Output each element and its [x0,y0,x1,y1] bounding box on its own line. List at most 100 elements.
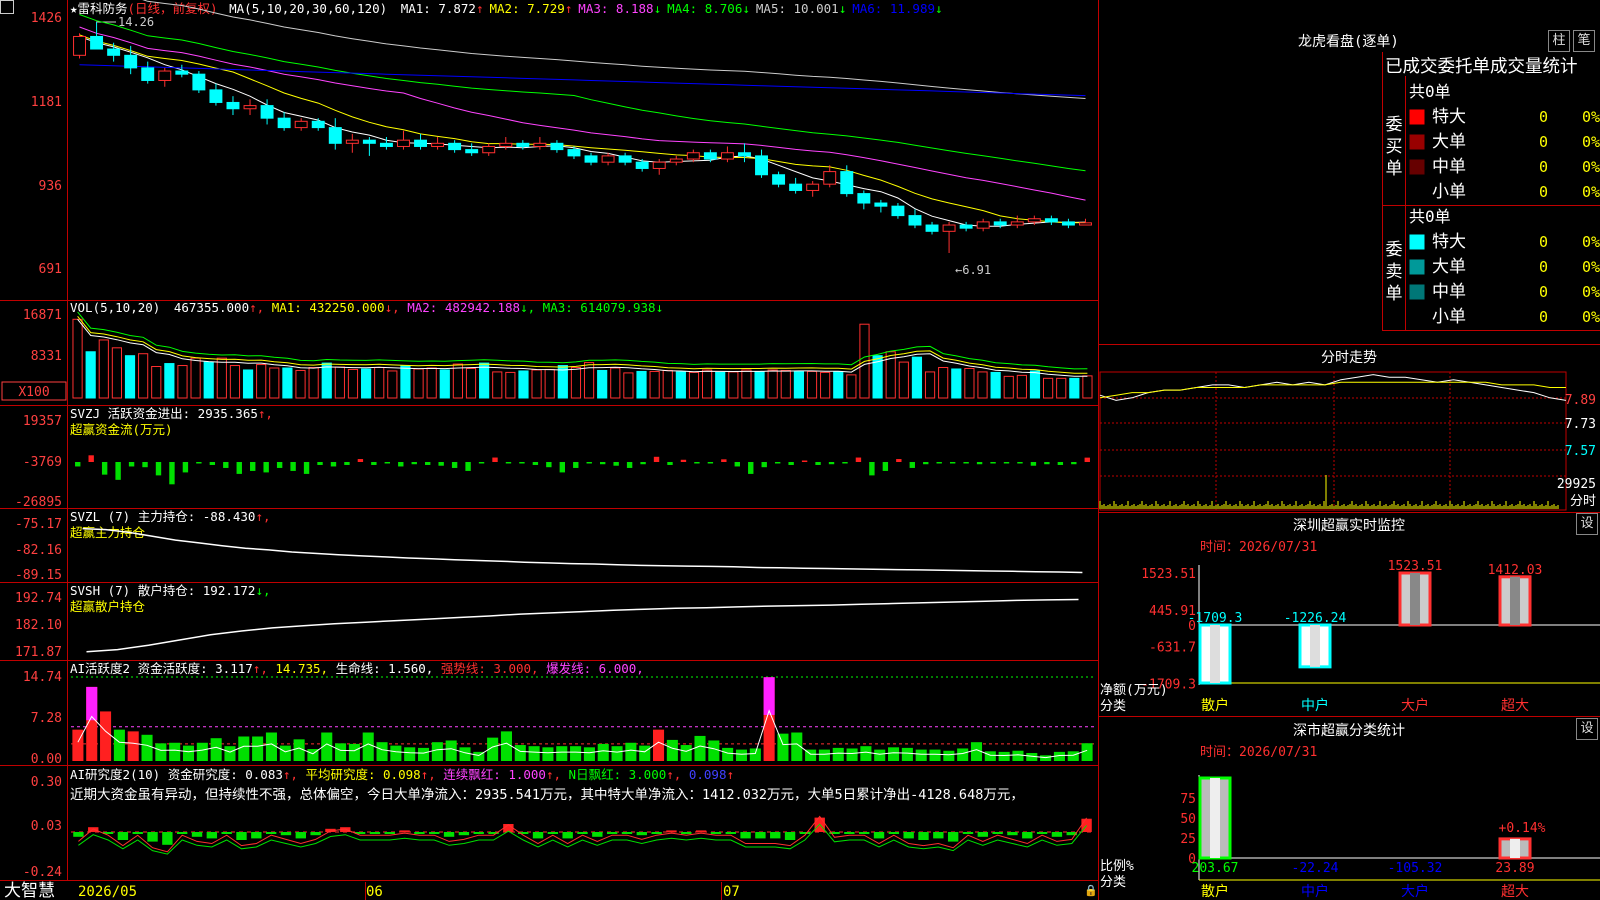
svzj-bar [465,462,471,471]
date-label-1: 06 [366,884,383,900]
research-bar [651,832,662,834]
vol-unit-label: X100 [18,385,49,400]
tick-mode-button[interactable]: 笔 [1573,30,1595,52]
sell-row-pct-2: 0% [1582,283,1600,301]
candle-body [294,120,308,129]
active-bar [722,747,734,761]
active-bar [417,747,430,761]
classify-bar-core-4 [1510,838,1520,858]
vol-bar [256,364,267,399]
research-bar [221,832,232,834]
chart-canvas[interactable]: 1426 1181 936 691 16871 8331 19357 -3769… [0,0,1600,900]
candle-body [345,139,359,144]
vol-bar [649,370,660,399]
research-bar [666,830,677,833]
vol-bar [321,362,332,399]
research-bar [770,832,781,839]
vol-ma3: MA3: 614079.938 [543,300,656,315]
ai-research-ytick-2: 0.03 [31,819,62,834]
vol-bar [138,353,149,399]
active-bar-peak [763,677,775,715]
ai-research-v4: N日飘红: 3.000 [569,767,667,782]
svzj-bar [694,462,700,464]
candle-body [959,224,973,229]
active-bar [708,740,720,761]
research-bar [740,832,751,839]
svzj-bar [88,455,94,462]
svzj-bar [828,462,835,465]
ai-active-panel [71,676,1094,761]
candle-body [976,221,990,229]
svg-text:AI活跃度2 资金活跃度: 3.117↑, 14: AI活跃度2 资金活跃度: 3.117↑, 14.735, 生命线: 1.560… [70,661,644,676]
research-bar [1051,832,1063,837]
active-bar [680,745,692,761]
ma-value-4: MA4: 8.706 [667,1,742,16]
bar-mode-button[interactable]: 柱 [1548,30,1570,52]
active-bar [362,732,374,761]
vol-bar [597,369,608,399]
ai-active-ytick-2: 7.28 [31,711,62,726]
svg-text:SVZJ 活跃资金进出: 2935.365↑,: SVZJ 活跃资金进出: 2935.365↑, [70,406,273,421]
longhu-title: 龙虎看盘(逐单) [1298,33,1399,50]
ai-research-comment: 近期大资金虽有异动，但持续性不强，总体偏空，今日大单净流入：2935.541万元… [70,787,1024,803]
window-restore-icon[interactable] [0,0,14,14]
svzj-bar [398,462,404,467]
svzj-bar [653,456,660,462]
candle-body [601,155,615,163]
vol-bar [400,365,411,399]
svzj-bar [559,462,566,473]
active-bar [514,745,526,761]
classify-cat-1: 散户 [1201,883,1229,900]
active-bar [749,748,761,761]
svg-text:★雷科防务(日线，前复权) MA(5,10,20: ★雷科防务(日线，前复权) MA(5,10,20,30,60,120) MA1:… [70,1,943,16]
candle-body [942,224,956,232]
svzj-bar [573,462,579,468]
svzj-bar [263,462,269,473]
sell-row-count-2: 0 [1539,283,1548,301]
candle-body [550,142,564,151]
research-bar [799,832,811,834]
vol-bar [688,371,700,399]
classify-settings-button[interactable]: 设 [1576,718,1598,740]
vol-bar [124,355,136,399]
research-bar [755,832,766,839]
research-bar [206,832,218,839]
svzj-bar [317,462,323,465]
sell-total: 共0单 [1409,207,1451,226]
svzj-bar [626,462,633,468]
svzj-bar [101,462,108,475]
classify-ytick-2: 50 [1180,812,1196,827]
active-bar [224,746,236,761]
candle-body [1061,221,1075,226]
active-bar [556,746,568,761]
vol-bar [806,370,818,399]
sell-label: 委卖单 [1386,240,1403,304]
sell-swatch-0 [1409,234,1425,250]
candle-body [243,105,257,110]
classify-bar-core-1 [1210,778,1220,858]
monitor-settings-button[interactable]: 设 [1576,513,1598,535]
active-bar [957,748,969,761]
active-bar [390,745,402,761]
lock-icon[interactable]: 🔒 [1084,884,1098,897]
monitor-xlabel: 分类 [1100,699,1126,714]
vol-bar [990,371,1001,399]
buy-row-pct-1: 0% [1582,133,1600,151]
monitor-ytick-1: 1523.51 [1141,567,1196,582]
vol-bar [518,370,529,399]
svzj-bar [182,462,189,473]
monitor-cat-1: 散户 [1201,697,1229,714]
vol-bar [85,351,96,399]
active-bar [293,739,305,761]
active-bar [666,739,678,761]
active-bar [445,740,457,761]
svzj-bar [330,462,337,467]
svzj-bar [519,462,525,464]
vol-bar [924,371,936,399]
vol-ytick-1: 16871 [23,308,62,323]
active-bar [735,749,748,761]
svzj-bar [371,462,377,465]
research-bar [592,832,603,837]
vol-ytick-2: 8331 [31,349,62,364]
ma-value-5: MA5: 10.001 [756,1,839,16]
